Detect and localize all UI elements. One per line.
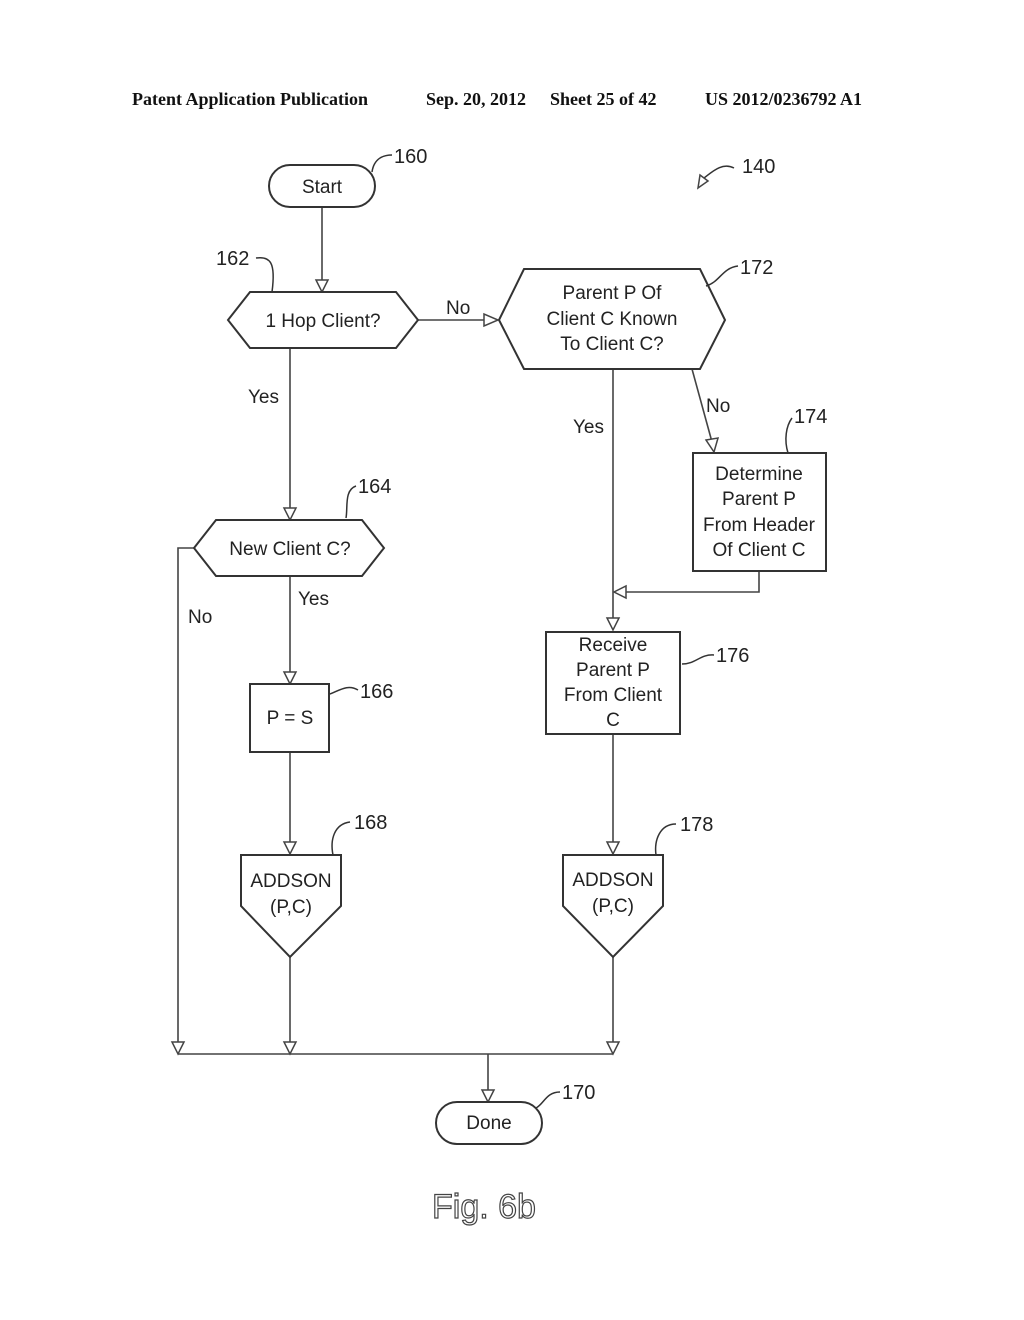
arrowhead xyxy=(605,1041,621,1056)
ref-label: 170 xyxy=(562,1082,595,1104)
figure-ref-label: 140 xyxy=(742,156,775,178)
arrowhead xyxy=(282,507,298,522)
ref-label: 172 xyxy=(740,257,773,279)
ref-leader xyxy=(785,417,793,454)
node-newclient-decision: New Client C? 164 xyxy=(192,476,391,577)
ref-label: 168 xyxy=(354,812,387,834)
ref-leader xyxy=(255,256,274,293)
node-text: Done xyxy=(466,1113,511,1134)
node-text-line: Receive xyxy=(579,635,648,656)
arrowhead xyxy=(282,1041,298,1056)
node-determine: Determine Parent P From Header Of Client… xyxy=(692,406,827,572)
node-p-equals-s: P = S 166 xyxy=(249,681,393,753)
node-text-line: From Header xyxy=(703,515,816,536)
arrowhead xyxy=(314,279,330,294)
edge-label-known-yes: Yes xyxy=(573,417,604,438)
ref-leader xyxy=(345,485,357,519)
ref-label: 162 xyxy=(216,248,249,270)
ref-label: 164 xyxy=(358,476,391,498)
ref-leader xyxy=(681,654,715,665)
edge-label-hop-no: No xyxy=(446,298,470,319)
figure-caption: Fig. 6b xyxy=(432,1188,536,1226)
node-text-line: (P,C) xyxy=(270,897,312,918)
arrowhead xyxy=(282,671,298,686)
flowchart: 140 No Yes No Yes Yes No Start 160 1 Hop… xyxy=(170,146,827,1227)
ref-leader xyxy=(371,154,393,173)
node-addson-left: ADDSON (P,C) 168 xyxy=(240,812,387,959)
arrowhead xyxy=(282,841,298,856)
node-hop-decision: 1 Hop Client? 162 xyxy=(216,248,420,349)
node-text-line: (P,C) xyxy=(592,896,634,917)
node-receive: Receive Parent P From Client C 176 xyxy=(545,631,749,735)
node-text-line: Parent P xyxy=(576,660,650,681)
edge-determine-to-receive xyxy=(622,571,760,593)
node-text-line: To Client C? xyxy=(560,334,664,355)
ref-leader xyxy=(535,1091,561,1109)
ref-leader xyxy=(654,823,677,856)
node-text-line: Determine xyxy=(715,464,803,485)
node-done: Done 170 xyxy=(435,1082,595,1145)
arrowhead xyxy=(480,1089,496,1104)
arrowhead xyxy=(605,841,621,856)
node-text-line: ADDSON xyxy=(572,870,653,891)
node-text-line: ADDSON xyxy=(250,871,331,892)
node-text-line: Client C Known xyxy=(547,309,678,330)
node-addson-right: ADDSON (P,C) 178 xyxy=(562,814,713,959)
ref-leader xyxy=(331,821,351,856)
ref-label: 176 xyxy=(716,645,749,667)
node-text: Start xyxy=(302,177,343,198)
node-text: New Client C? xyxy=(229,539,350,560)
ref-label: 160 xyxy=(394,146,427,168)
edge-label-newclient-yes: Yes xyxy=(298,589,329,610)
ref-label: 166 xyxy=(360,681,393,703)
arrowhead xyxy=(170,1041,186,1056)
ref-label: 174 xyxy=(794,406,827,428)
edge-label-hop-yes: Yes xyxy=(248,387,279,408)
node-text-line: Parent P xyxy=(722,489,796,510)
edge-label-newclient-no: No xyxy=(188,607,212,628)
node-start: Start 160 xyxy=(268,146,427,208)
arrowhead xyxy=(704,437,720,454)
node-text: P = S xyxy=(267,708,314,729)
node-known-decision: Parent P Of Client C Known To Client C? … xyxy=(497,257,773,370)
ref-leader xyxy=(329,686,359,695)
figure-ref-140: 140 xyxy=(696,156,775,190)
arrowhead xyxy=(605,617,621,632)
node-text-line: C xyxy=(606,710,620,731)
node-text-line: Parent P Of xyxy=(563,283,663,304)
ref-leader xyxy=(705,265,739,287)
node-text-line: Of Client C xyxy=(713,540,806,561)
edge-label-known-no: No xyxy=(706,396,730,417)
node-text: 1 Hop Client? xyxy=(265,311,380,332)
node-text-line: From Client xyxy=(564,685,663,706)
ref-label: 178 xyxy=(680,814,713,836)
arrowhead xyxy=(483,312,500,328)
figure-ref-leader xyxy=(703,165,735,179)
arrowhead xyxy=(612,584,627,600)
